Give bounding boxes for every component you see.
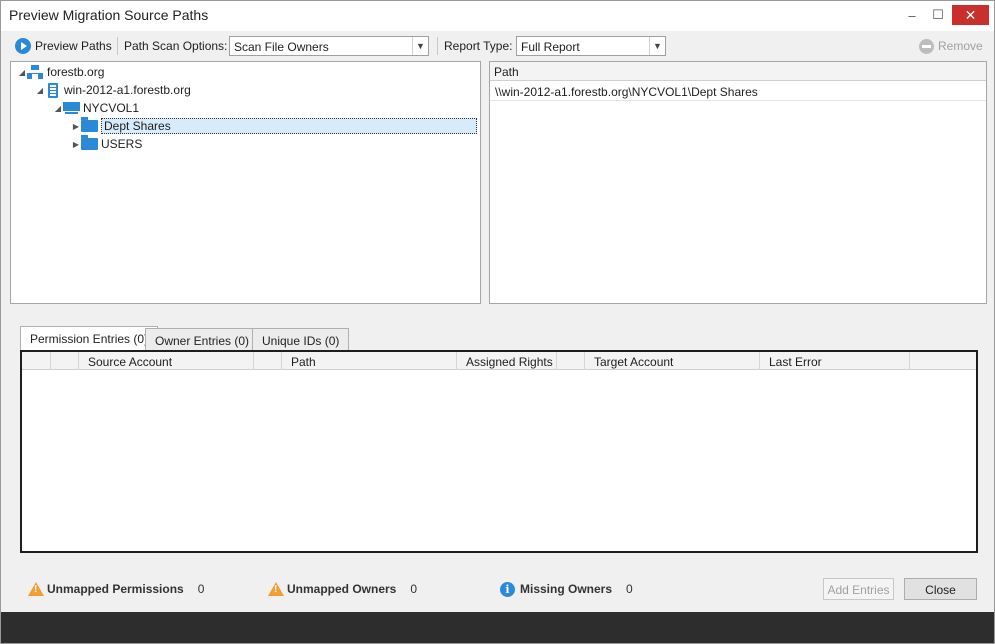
unmapped-permissions-count: 0 [197,582,205,596]
column-header-target-account[interactable]: Target Account [585,352,760,370]
expanded-icon[interactable]: ◢ [53,104,63,113]
column-header-filler [910,352,976,370]
missing-owners-label: Missing Owners [520,582,613,596]
maximize-button[interactable]: ☐ [923,5,953,25]
tree-item-users[interactable]: ▶ USERS [71,135,142,153]
column-header-status[interactable] [51,352,79,370]
network-icon [27,65,43,79]
source-tree-panel[interactable]: ◢ forestb.org ◢ win-2012-a1.forestb.org … [10,61,481,304]
missing-owners-count: 0 [626,582,633,596]
share-icon [63,101,80,115]
folder-icon [81,135,98,150]
toolbar: Preview Paths Path Scan Options: Scan Fi… [1,32,994,59]
info-icon: i [500,581,515,597]
unmapped-owners-status[interactable]: Unmapped Owners 0 [268,581,417,597]
server-icon [48,82,58,98]
warning-icon [268,582,284,596]
report-type-value: Full Report [521,40,580,54]
tab-owner-entries[interactable]: Owner Entries (0) [145,328,260,351]
chevron-down-icon[interactable]: ▼ [649,37,665,55]
column-header-spacer[interactable] [557,352,585,370]
remove-label: Remove [938,39,983,53]
column-header-last-error[interactable]: Last Error [760,352,910,370]
tree-item-server[interactable]: ◢ win-2012-a1.forestb.org [35,81,191,99]
toolbar-divider [117,37,118,55]
tab-permission-entries[interactable]: Permission Entries (0) [20,326,159,351]
tree-item-label: win-2012-a1.forestb.org [64,83,191,97]
tree-item-label: NYCVOL1 [83,101,140,115]
warning-icon [28,582,44,596]
window-title: Preview Migration Source Paths [9,7,209,23]
column-header-assigned-rights[interactable]: Assigned Rights [457,352,557,370]
unmapped-owners-count: 0 [410,582,418,596]
path-panel: Path \\win-2012-a1.forestb.org\NYCVOL1\D… [489,61,987,304]
scan-options-label: Path Scan Options: [124,39,228,53]
report-type-label: Report Type: [444,39,513,53]
tree-item-label: USERS [101,137,143,151]
path-header-label: Path [494,65,519,79]
unmapped-permissions-status[interactable]: Unmapped Permissions 0 [28,581,204,597]
remove-icon [919,38,934,54]
toolbar-divider [437,37,438,55]
play-icon [15,38,31,54]
preview-paths-button[interactable]: Preview Paths [15,36,112,56]
remove-button[interactable]: Remove [919,36,983,56]
column-header-select[interactable] [22,352,51,370]
grid-header: Source Account Path Assigned Rights Targ… [22,352,976,370]
expanded-icon[interactable]: ◢ [17,68,27,77]
scan-options-dropdown[interactable]: Scan File Owners ▼ [229,36,429,56]
path-row[interactable]: \\win-2012-a1.forestb.org\NYCVOL1\Dept S… [490,81,986,101]
add-entries-button[interactable]: Add Entries [823,578,894,600]
report-type-dropdown[interactable]: Full Report ▼ [516,36,666,56]
tree-item-forestb[interactable]: ◢ forestb.org [17,63,104,81]
column-header-path[interactable]: Path [282,352,457,370]
folder-icon [81,117,98,132]
scan-options-value: Scan File Owners [234,40,329,54]
tree-item-nycvol1[interactable]: ◢ NYCVOL1 [53,99,139,117]
expanded-icon[interactable]: ◢ [35,86,45,95]
chevron-down-icon[interactable]: ▼ [412,37,428,55]
tree-item-label: Dept Shares [101,118,477,134]
missing-owners-status[interactable]: i Missing Owners 0 [500,581,633,597]
tree-item-label: forestb.org [47,65,105,79]
path-header: Path [490,62,986,81]
footer-bar [1,612,994,643]
collapsed-icon[interactable]: ▶ [71,122,81,131]
close-window-button[interactable]: ✕ [952,5,989,25]
preview-migration-window: Preview Migration Source Paths – ☐ ✕ Pre… [0,0,995,644]
preview-paths-label: Preview Paths [35,39,112,53]
column-header-source-account[interactable]: Source Account [79,352,254,370]
entries-grid[interactable]: Source Account Path Assigned Rights Targ… [20,350,978,553]
unmapped-owners-label: Unmapped Owners [287,582,397,596]
title-bar[interactable]: Preview Migration Source Paths – ☐ ✕ [1,1,994,31]
column-header-spacer[interactable] [254,352,282,370]
tree-item-dept-shares[interactable]: ▶ Dept Shares [71,117,477,135]
path-row-value: \\win-2012-a1.forestb.org\NYCVOL1\Dept S… [495,85,758,99]
unmapped-permissions-label: Unmapped Permissions [47,582,184,596]
collapsed-icon[interactable]: ▶ [71,140,81,149]
close-button[interactable]: Close [904,578,977,600]
tab-unique-ids[interactable]: Unique IDs (0) [252,328,350,351]
